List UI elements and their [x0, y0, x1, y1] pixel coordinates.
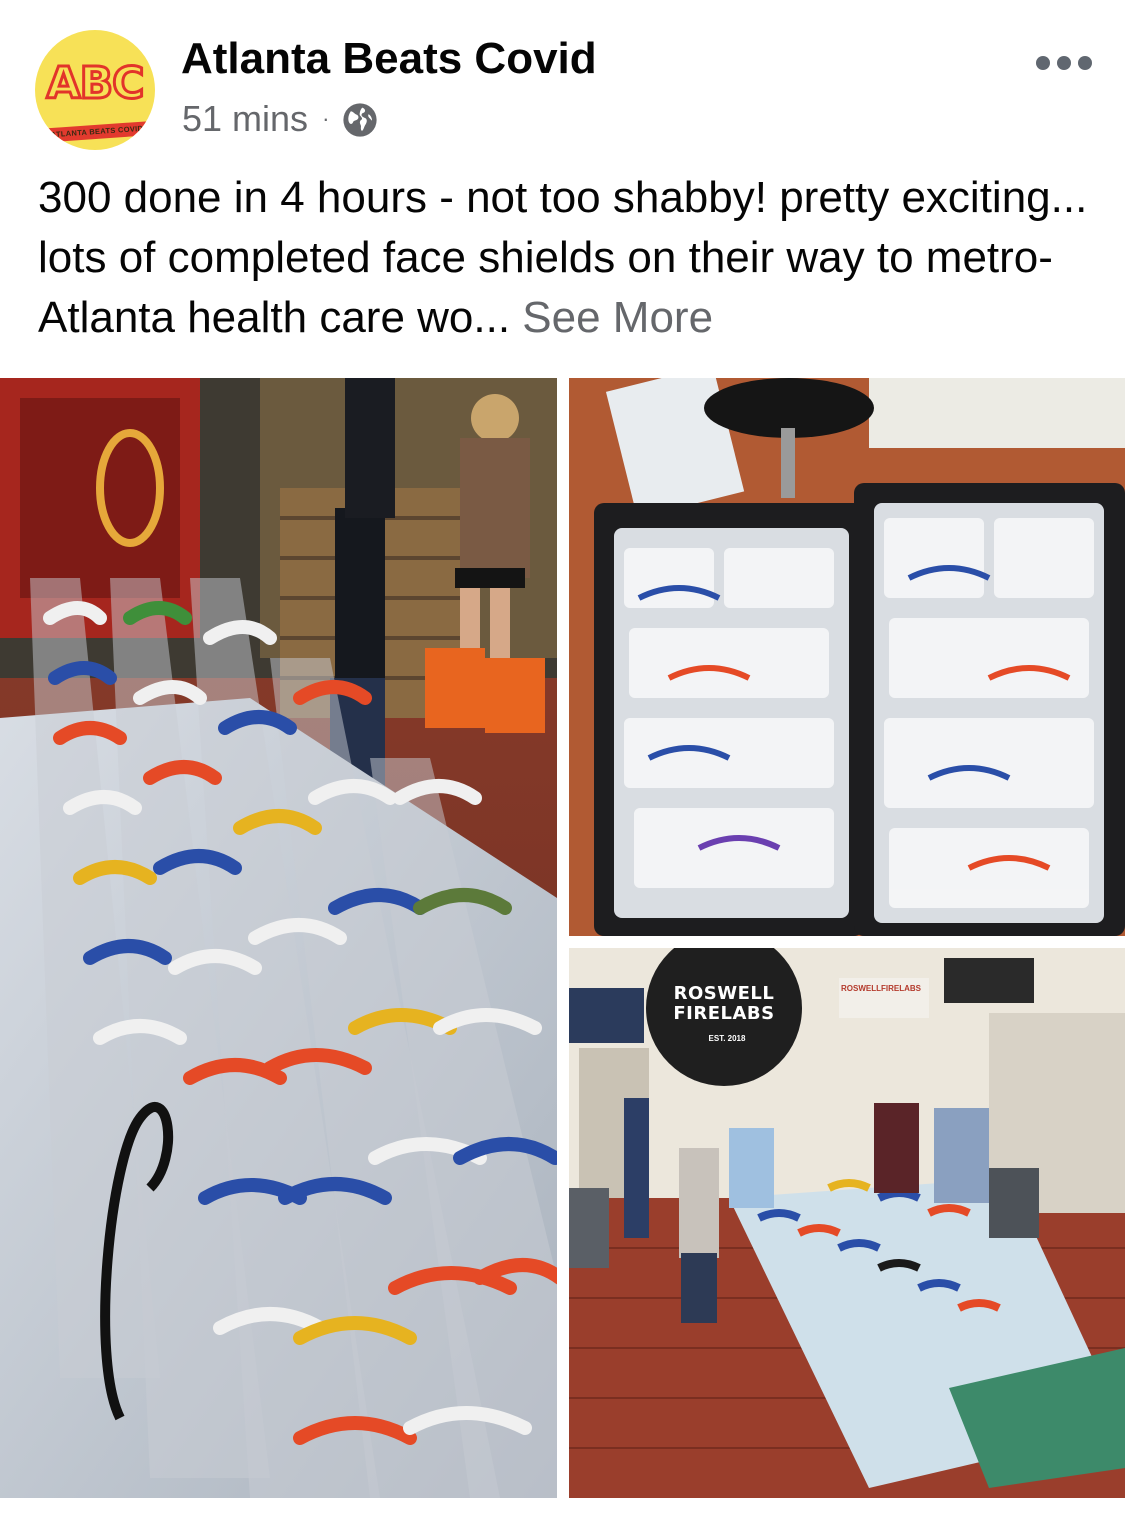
firelabs-sign-text: ROSWELL FIRELABS — [673, 983, 775, 1024]
photo-face-shield-rows[interactable] — [0, 378, 557, 1498]
photo-roswell-firelabs-workshop[interactable]: ROSWELL FIRELABS EST. 2018 ROSWELLFIRELA… — [569, 948, 1125, 1498]
photo-face-shield-rows-image — [0, 378, 557, 1498]
more-options-icon[interactable] — [1036, 48, 1092, 78]
globe-icon[interactable] — [341, 101, 379, 139]
photo-roswell-firelabs-workshop-image — [569, 948, 1125, 1498]
meta-separator: · — [322, 106, 330, 131]
facebook-post: ABC ATLANTA BEATS COVID Atlanta Beats Co… — [0, 0, 1125, 1516]
photo-bagged-shields-bins[interactable] — [569, 378, 1125, 936]
avatar-logo-text: ABC — [45, 57, 146, 111]
post-body: 300 done in 4 hours - not too shabby! pr… — [38, 168, 1098, 348]
more-dot — [1057, 56, 1071, 70]
firelabs-wall-banner: ROSWELLFIRELABS — [841, 984, 921, 993]
photo-bagged-shields-bins-image — [569, 378, 1125, 936]
see-more-link[interactable]: See More — [522, 293, 713, 342]
page-avatar[interactable]: ABC ATLANTA BEATS COVID — [35, 30, 155, 150]
post-timestamp[interactable]: 51 mins — [182, 98, 308, 140]
post-meta: 51 mins · — [182, 98, 379, 140]
firelabs-sign-est: EST. 2018 — [708, 1034, 746, 1043]
more-dot — [1036, 56, 1050, 70]
page-name-link[interactable]: Atlanta Beats Covid — [181, 34, 597, 84]
more-dot — [1078, 56, 1092, 70]
